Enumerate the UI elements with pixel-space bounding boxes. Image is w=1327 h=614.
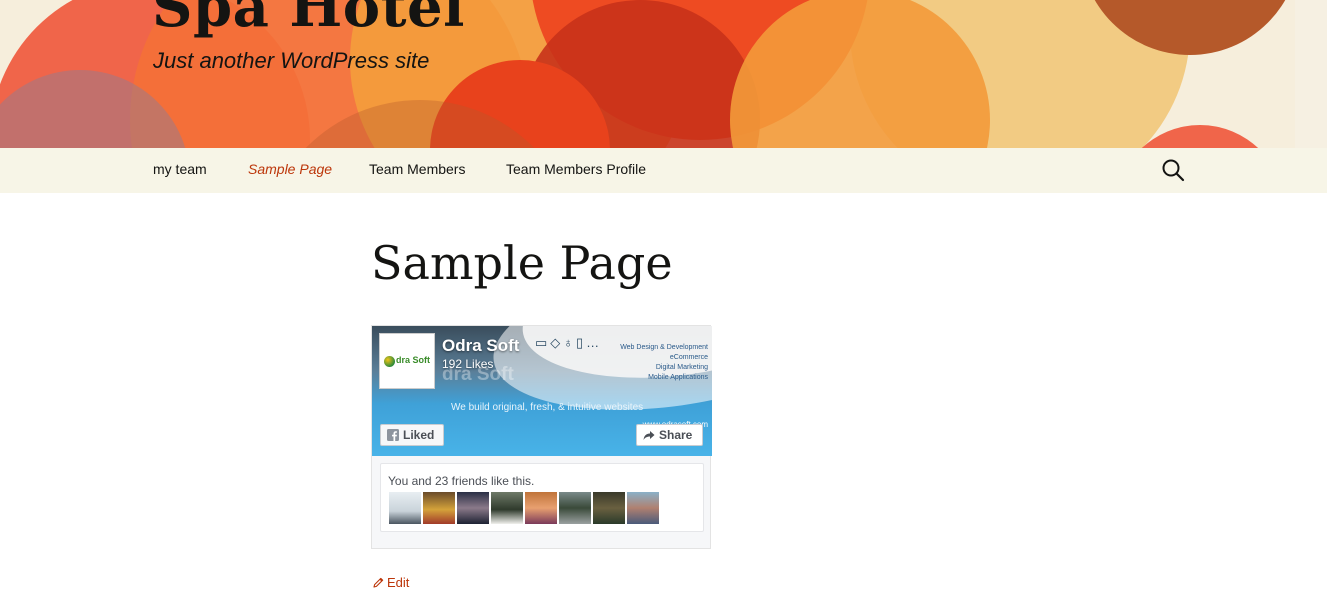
- page-title: Sample Page: [371, 236, 673, 290]
- share-label: Share: [659, 428, 693, 442]
- odra-soft-logo: dra Soft: [383, 355, 430, 367]
- cover-tagline: We build original, fresh, & intuitive we…: [451, 402, 644, 413]
- liked-button[interactable]: Liked: [380, 424, 444, 446]
- friend-avatar[interactable]: [389, 492, 421, 524]
- facebook-page-name[interactable]: Odra Soft: [442, 336, 519, 356]
- liked-label: Liked: [403, 428, 435, 442]
- cover-device-icons: ▭◇♁▯…: [535, 335, 603, 350]
- site-header: Spa Hotel Just another WordPress site: [0, 0, 1327, 148]
- facebook-page-logo[interactable]: dra Soft: [379, 333, 435, 389]
- service-item: eCommerce: [669, 354, 708, 361]
- facebook-page-widget: dra Soft ▭◇♁▯… Web Design & Development …: [371, 325, 712, 549]
- main-navigation: my team Sample Page Team Members Team Me…: [0, 148, 1327, 193]
- nav-item-sample-page[interactable]: Sample Page: [248, 161, 332, 177]
- share-arrow-icon: [643, 431, 655, 440]
- search-icon[interactable]: [1160, 157, 1186, 183]
- friends-like-panel: You and 23 friends like this.: [380, 463, 704, 532]
- logo-text: dra Soft: [395, 355, 430, 366]
- nav-item-team-members[interactable]: Team Members: [369, 161, 465, 177]
- cover-services-list: Web Design & Development eCommerce Digit…: [620, 343, 708, 383]
- facebook-likes-count: 192 Likes: [442, 357, 494, 371]
- facebook-icon: [387, 429, 399, 441]
- service-item: Mobile Applications: [648, 374, 708, 381]
- friend-avatar[interactable]: [525, 492, 557, 524]
- friends-like-text: You and 23 friends like this.: [388, 474, 535, 488]
- friend-avatars: [389, 492, 659, 524]
- facebook-cover-image[interactable]: dra Soft ▭◇♁▯… Web Design & Development …: [372, 326, 712, 456]
- logo-globe-icon: [383, 355, 395, 367]
- friend-avatar[interactable]: [423, 492, 455, 524]
- friend-avatar[interactable]: [593, 492, 625, 524]
- friend-avatar[interactable]: [627, 492, 659, 524]
- nav-item-team-members-profile[interactable]: Team Members Profile: [506, 161, 646, 177]
- service-item: Web Design & Development: [620, 344, 708, 351]
- friend-avatar[interactable]: [491, 492, 523, 524]
- nav-item-my-team[interactable]: my team: [153, 161, 207, 177]
- site-title[interactable]: Spa Hotel: [152, 0, 465, 42]
- service-item: Digital Marketing: [655, 364, 708, 371]
- site-description: Just another WordPress site: [153, 48, 430, 73]
- share-button[interactable]: Share: [636, 424, 703, 446]
- friend-avatar[interactable]: [457, 492, 489, 524]
- edit-label: Edit: [387, 575, 410, 590]
- pencil-icon: [373, 577, 384, 588]
- friend-avatar[interactable]: [559, 492, 591, 524]
- edit-link[interactable]: Edit: [373, 575, 409, 590]
